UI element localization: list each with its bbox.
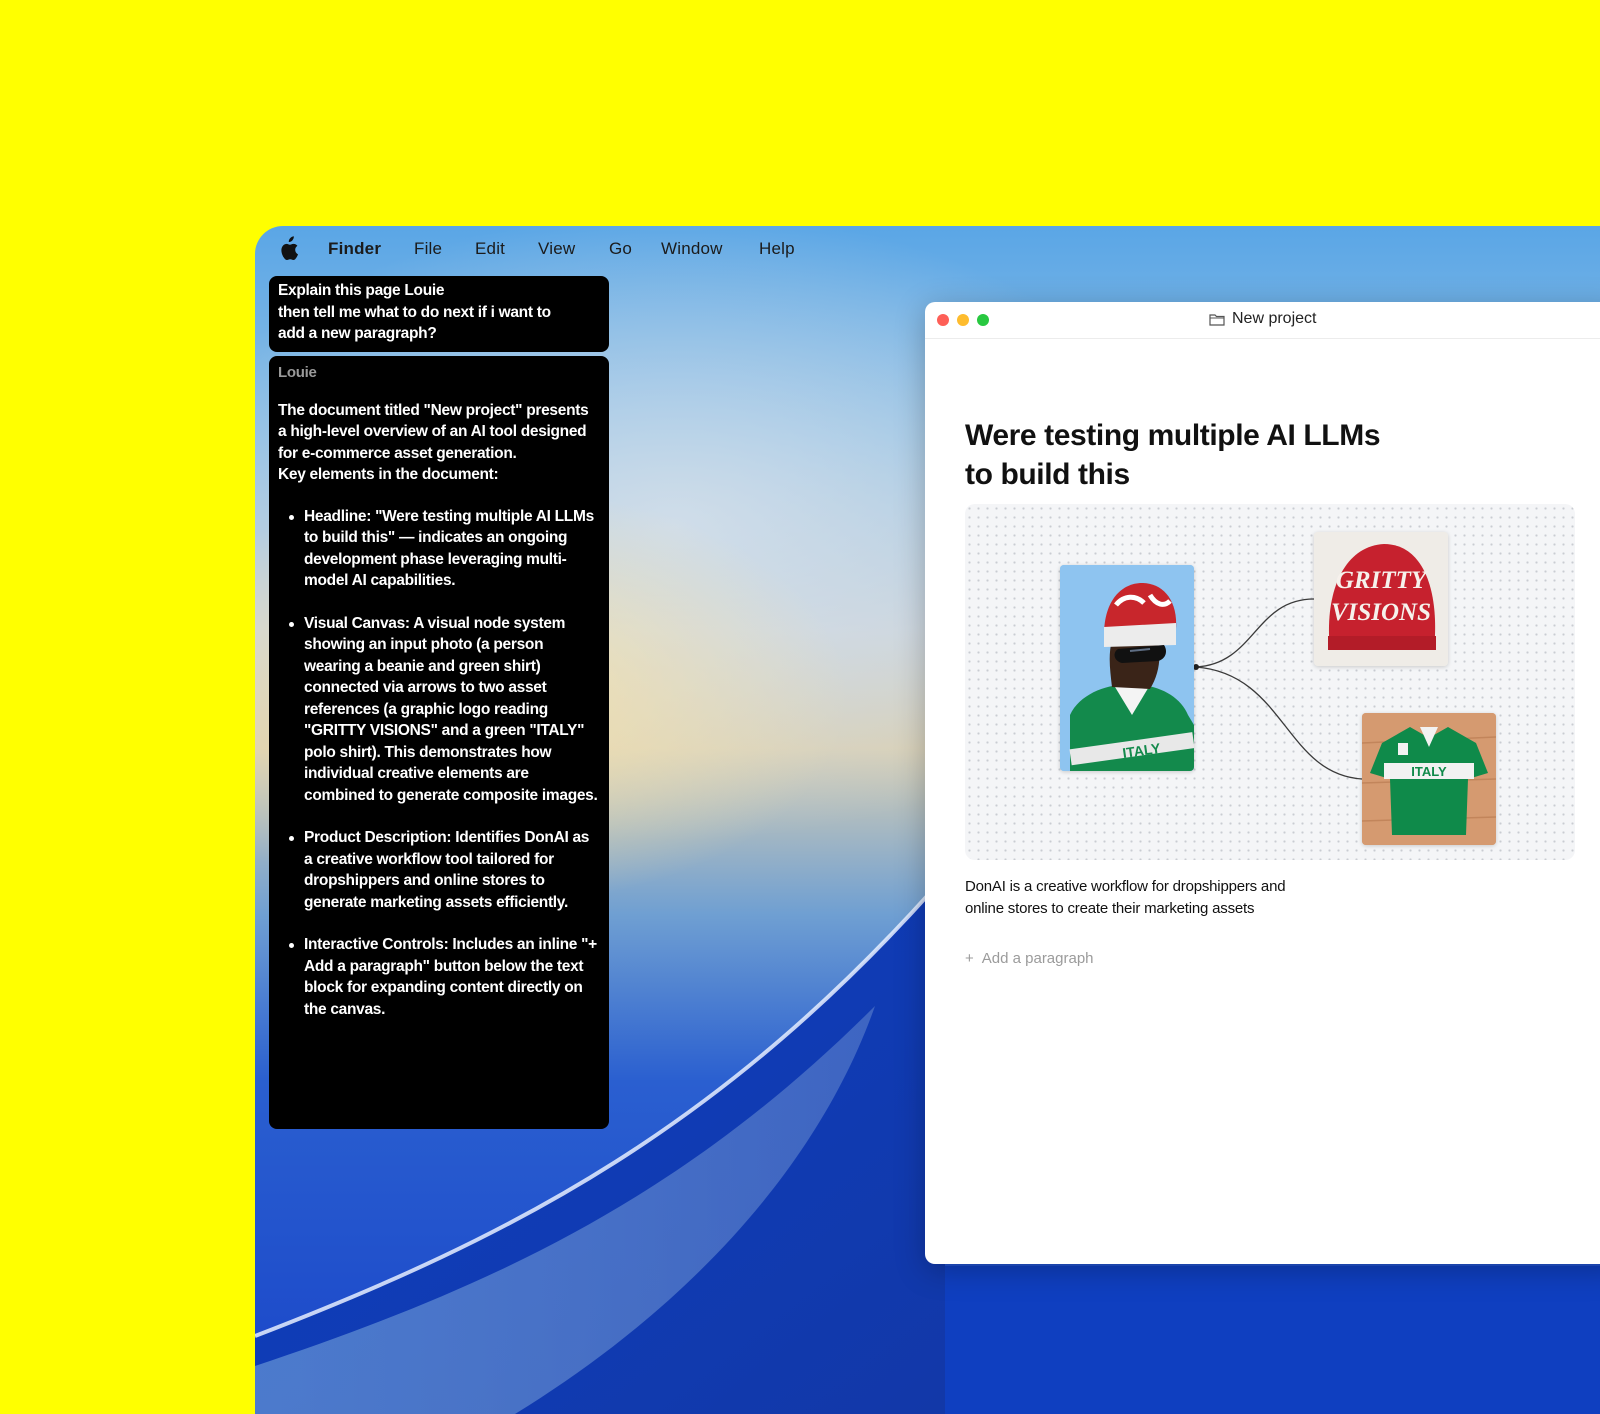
person-photo: ITALY bbox=[1060, 565, 1194, 771]
connector-to-shirt bbox=[1195, 666, 1363, 780]
user-message-line: add a new paragraph? bbox=[278, 325, 437, 342]
reply-key-elements: Key elements in the document: bbox=[278, 466, 499, 483]
reply-list-item: Interactive Controls: Includes an inline… bbox=[278, 934, 600, 1020]
beanie-text-line: GRITTY bbox=[1336, 567, 1429, 594]
asset-reference-beanie[interactable]: GRITTY VISIONS bbox=[1314, 532, 1448, 666]
assistant-reply-bubble: Louie The document titled "New project" … bbox=[269, 356, 609, 1129]
menu-go[interactable]: Go bbox=[609, 239, 632, 259]
window-maximize-button[interactable] bbox=[977, 314, 989, 326]
shirt-text: ITALY bbox=[1411, 764, 1447, 779]
visual-canvas[interactable]: ITALY GRITTY VISIONS ITALY bbox=[965, 504, 1575, 860]
wallpaper-bottom bbox=[945, 1266, 1600, 1414]
window-title-text: New project bbox=[1232, 310, 1317, 327]
menu-bar: Finder File Edit View Go Window Help bbox=[255, 226, 1600, 272]
window-minimize-button[interactable] bbox=[957, 314, 969, 326]
asset-reference-shirt[interactable]: ITALY bbox=[1362, 713, 1496, 845]
app-window: New project Were testing multiple AI LLM… bbox=[925, 302, 1600, 1264]
window-close-button[interactable] bbox=[937, 314, 949, 326]
assistant-name: Louie bbox=[278, 364, 317, 381]
reply-list-item: Visual Canvas: A visual node system show… bbox=[278, 613, 600, 807]
connector-to-beanie bbox=[1195, 598, 1315, 668]
add-paragraph-label: Add a paragraph bbox=[981, 950, 1094, 967]
user-message-line: then tell me what to do next if i want t… bbox=[278, 303, 551, 321]
menu-help[interactable]: Help bbox=[759, 239, 795, 259]
desktop-screen: Finder File Edit View Go Window Help Exp… bbox=[255, 226, 1600, 1414]
plus-icon: + bbox=[965, 950, 974, 967]
user-message-line: Explain this page Louie bbox=[278, 282, 445, 299]
reply-list-item: Product Description: Identifies DonAI as… bbox=[278, 827, 600, 913]
beanie-photo: GRITTY VISIONS bbox=[1314, 532, 1448, 666]
apple-logo-icon[interactable] bbox=[277, 236, 299, 262]
shirt-photo: ITALY bbox=[1362, 713, 1496, 845]
window-titlebar[interactable]: New project bbox=[925, 302, 1600, 339]
add-paragraph-button[interactable]: + Add a paragraph bbox=[965, 950, 1094, 967]
document-heading[interactable]: Were testing multiple AI LLMs to build t… bbox=[965, 416, 1385, 494]
menu-window[interactable]: Window bbox=[661, 239, 723, 259]
reply-intro: The document titled "New project" presen… bbox=[278, 401, 589, 462]
document-description[interactable]: DonAI is a creative workflow for dropshi… bbox=[965, 876, 1315, 919]
menu-view[interactable]: View bbox=[538, 239, 575, 259]
folder-icon bbox=[1209, 313, 1225, 326]
reply-list-item: Headline: "Were testing multiple AI LLMs… bbox=[278, 506, 600, 592]
reply-list: Headline: "Were testing multiple AI LLMs… bbox=[278, 506, 600, 1021]
window-title: New project bbox=[1209, 310, 1316, 328]
menu-edit[interactable]: Edit bbox=[475, 239, 505, 259]
menu-file[interactable]: File bbox=[414, 239, 442, 259]
menu-finder[interactable]: Finder bbox=[328, 239, 381, 259]
input-photo-node[interactable]: ITALY bbox=[1060, 565, 1194, 771]
user-message-bubble: Explain this page Louie then tell me wha… bbox=[269, 276, 609, 352]
beanie-text-line: VISIONS bbox=[1331, 599, 1431, 626]
